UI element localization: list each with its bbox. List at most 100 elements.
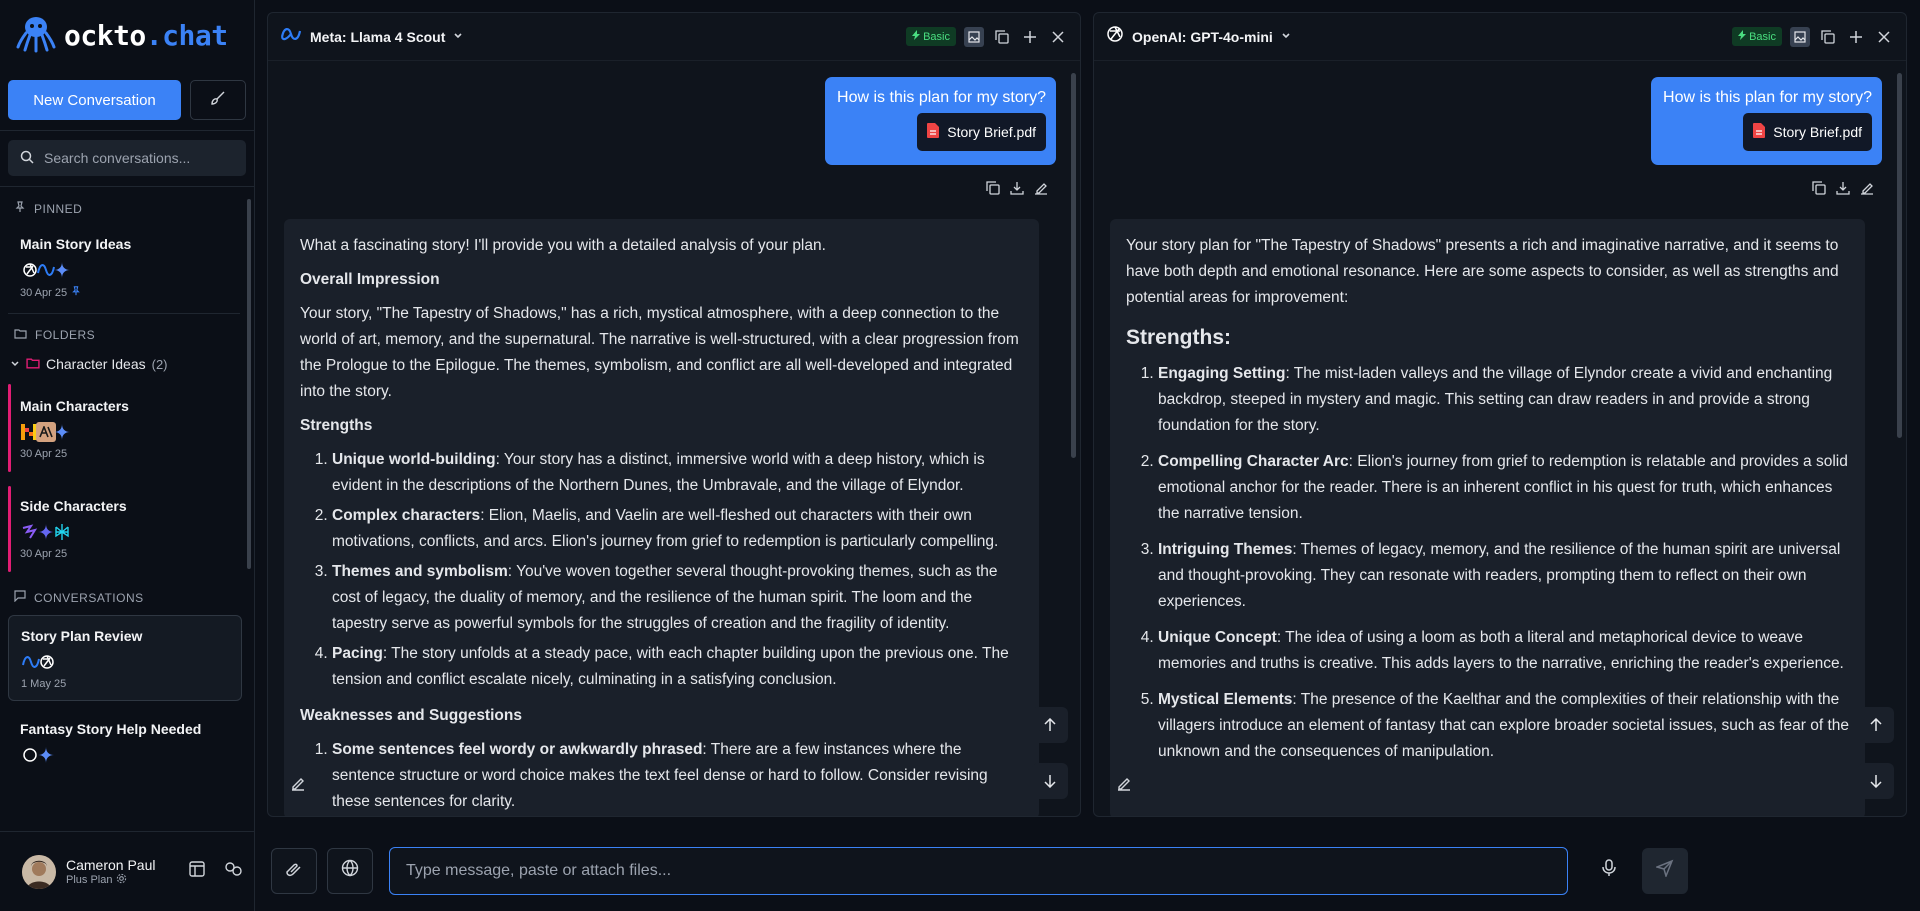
image-toggle-icon[interactable]: [964, 26, 984, 47]
user-message-text: How is this plan for my story?: [1663, 89, 1872, 106]
gear-icon[interactable]: [116, 873, 127, 887]
scroll-up-button[interactable]: [1032, 707, 1068, 743]
reply-heading: Weaknesses and Suggestions: [300, 707, 522, 724]
reply-intro: Your story plan for "The Tapestry of Sha…: [1126, 237, 1839, 306]
attachment-name: Story Brief.pdf: [1773, 124, 1862, 140]
brush-icon: [210, 90, 226, 111]
badge-text: Basic: [923, 30, 950, 43]
app-root: ockto.chat New Conversation Search conve…: [0, 0, 1920, 911]
new-conversation-button[interactable]: New Conversation: [8, 80, 181, 120]
list-item: Pacing: The story unfolds at a steady pa…: [332, 641, 1025, 693]
reply-intro: What a fascinating story! I'll provide y…: [300, 237, 826, 254]
web-search-button[interactable]: [327, 847, 373, 894]
logo[interactable]: ockto.chat: [0, 0, 254, 70]
model-icons: [21, 652, 229, 672]
weaknesses-list: Some sentences feel wordy or awkwardly p…: [300, 737, 1025, 815]
attach-button[interactable]: [271, 847, 317, 894]
search-icon: [20, 150, 34, 167]
badge-text: Basic: [1749, 30, 1776, 43]
model-icons: [20, 422, 242, 442]
logo-suffix: chat: [162, 18, 228, 52]
logo-dot: .: [145, 18, 163, 52]
list-item: Complex characters: Elion, Maelis, and V…: [332, 503, 1025, 555]
folder-character-ideas[interactable]: Character Ideas (2): [0, 356, 254, 372]
pinned-item[interactable]: Main Story Ideas 30 Apr 25: [0, 236, 254, 299]
edit-icon[interactable]: [1860, 181, 1874, 200]
gemini-icon: [52, 260, 72, 280]
strengths-list: Unique world-building: Your story has a …: [300, 447, 1025, 693]
compare-models-icon[interactable]: [224, 860, 244, 883]
user-profile[interactable]: Cameron Paul Plus Plan: [0, 831, 254, 911]
openai-icon: [37, 652, 57, 672]
model-icons: [20, 745, 242, 765]
globe-icon: [341, 859, 359, 882]
folder-item[interactable]: Main Characters 30 Apr 25: [0, 384, 254, 472]
message-input[interactable]: Type message, paste or attach files...: [389, 846, 1568, 895]
send-button[interactable]: [1642, 847, 1688, 894]
pencil-icon[interactable]: [1106, 766, 1142, 802]
sidebar-list[interactable]: PINNED Main Story Ideas 30 Apr 25 FOLDER…: [0, 187, 254, 831]
attachment-chip[interactable]: Story Brief.pdf: [917, 113, 1046, 151]
pinned-header: PINNED: [0, 201, 254, 216]
search-input[interactable]: Search conversations...: [8, 140, 246, 176]
add-panel-icon[interactable]: [1846, 27, 1866, 47]
close-icon[interactable]: [1048, 27, 1068, 47]
panel-scrollbar[interactable]: [1071, 73, 1076, 458]
assistant-message: What a fascinating story! I'll provide y…: [284, 219, 1039, 816]
chat-panel-gpt: OpenAI: GPT-4o-mini Basic How is this pl…: [1093, 12, 1907, 817]
user-message: How is this plan for my story? Story Bri…: [1651, 77, 1882, 165]
profile-name: Cameron Paul: [66, 856, 156, 873]
microphone-icon: [1602, 859, 1616, 882]
user-message-text: How is this plan for my story?: [837, 89, 1046, 106]
image-toggle-icon[interactable]: [1790, 26, 1810, 47]
chevron-down-icon[interactable]: [453, 28, 463, 46]
model-selector[interactable]: OpenAI: GPT-4o-mini: [1132, 29, 1273, 45]
item-title: Main Story Ideas: [20, 236, 132, 252]
reply-paragraph: Your story, "The Tapestry of Shadows," h…: [300, 305, 1019, 400]
list-item: Compelling Character Arc: Elion's journe…: [1158, 449, 1851, 527]
panel-scrollbar[interactable]: [1897, 73, 1902, 438]
scroll-down-button[interactable]: [1032, 763, 1068, 799]
basic-badge: Basic: [1732, 27, 1782, 46]
add-panel-icon[interactable]: [1020, 27, 1040, 47]
item-date: 1 May 25: [21, 678, 67, 690]
model-selector[interactable]: Meta: Llama 4 Scout: [310, 29, 445, 45]
attachment-name: Story Brief.pdf: [947, 124, 1036, 140]
scroll-down-button[interactable]: [1858, 763, 1894, 799]
message-actions: [986, 181, 1048, 200]
layout-icon[interactable]: [188, 860, 206, 883]
openai-icon: [1106, 25, 1124, 48]
download-icon[interactable]: [1836, 181, 1850, 200]
bolt-icon: [912, 30, 921, 43]
pencil-icon[interactable]: [280, 766, 316, 802]
item-title: Fantasy Story Help Needed: [20, 721, 202, 737]
copy-icon[interactable]: [1812, 181, 1826, 200]
bolt-icon: [1738, 30, 1747, 43]
list-item: Engaging Setting: The mist-laden valleys…: [1158, 361, 1851, 439]
microphone-button[interactable]: [1586, 848, 1632, 894]
close-icon[interactable]: [1874, 27, 1894, 47]
duplicate-panel-icon[interactable]: [992, 27, 1012, 47]
conversations-label: CONVERSATIONS: [34, 590, 144, 605]
gemini-icon: [52, 422, 72, 442]
copy-icon[interactable]: [986, 181, 1000, 200]
sidebar: ockto.chat New Conversation Search conve…: [0, 0, 255, 911]
scroll-up-button[interactable]: [1858, 707, 1894, 743]
folder-icon: [26, 356, 40, 372]
message-placeholder: Type message, paste or attach files...: [406, 861, 672, 879]
clear-button[interactable]: [190, 80, 246, 120]
reply-heading: Overall Impression: [300, 271, 440, 288]
attachment-chip[interactable]: Story Brief.pdf: [1743, 113, 1872, 151]
folder-item[interactable]: Side Characters 30 Apr 25: [0, 486, 254, 572]
item-date: 30 Apr 25: [20, 548, 68, 560]
pin-icon: [71, 286, 81, 299]
message-actions: [1812, 181, 1874, 200]
conversation-item-selected[interactable]: Story Plan Review 1 May 25: [8, 615, 242, 701]
conversation-item[interactable]: Fantasy Story Help Needed: [0, 721, 254, 765]
edit-icon[interactable]: [1034, 181, 1048, 200]
item-title: Side Characters: [20, 498, 127, 514]
download-icon[interactable]: [1010, 181, 1024, 200]
chevron-down-icon[interactable]: [1281, 28, 1291, 46]
duplicate-panel-icon[interactable]: [1818, 27, 1838, 47]
model-icons: [20, 260, 242, 280]
